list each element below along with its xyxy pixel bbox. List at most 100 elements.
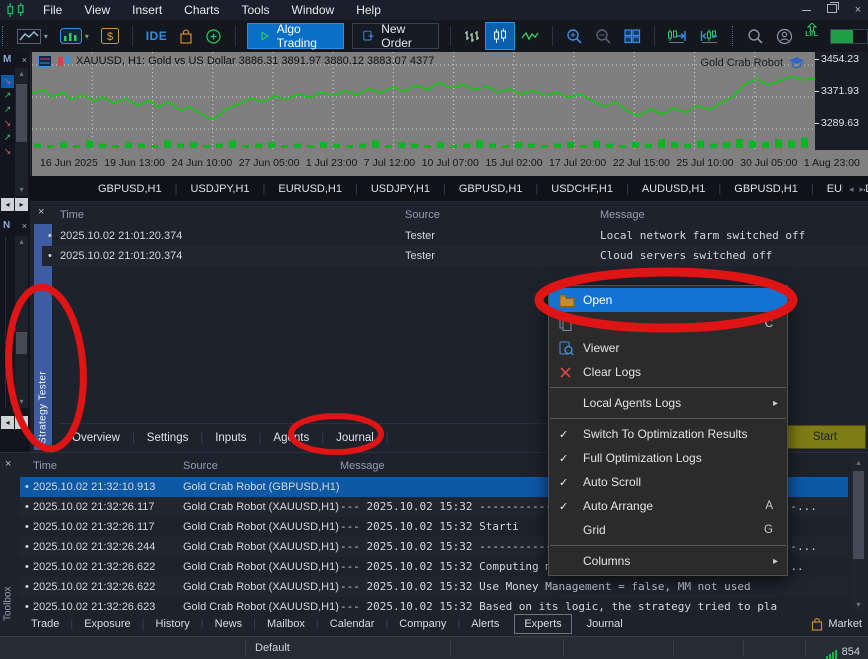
column-header-time[interactable]: Time: [60, 204, 84, 226]
journal-row[interactable]: •2025.10.02 21:32:26.622Gold Crab Robot …: [20, 577, 848, 597]
shift-end-button[interactable]: [661, 23, 693, 49]
dock-symbol-item[interactable]: ↗: [1, 131, 14, 144]
menu-item-columns[interactable]: Columns▸: [549, 549, 787, 573]
menu-item-open[interactable]: Open: [549, 288, 787, 312]
menu-file[interactable]: File: [32, 3, 73, 17]
candlestick-mode-button[interactable]: [485, 22, 515, 50]
ide-button[interactable]: IDE: [140, 23, 174, 49]
dock-symbol-item[interactable]: ↘: [1, 117, 14, 130]
tile-windows-button[interactable]: [618, 23, 647, 49]
tester-tab-journal[interactable]: Journal: [324, 432, 386, 444]
scroll-up-icon[interactable]: ▴: [851, 457, 866, 469]
scroll-down-icon[interactable]: ▾: [15, 396, 28, 408]
menu-item-viewer[interactable]: Viewer: [549, 336, 787, 360]
scroll-up-icon[interactable]: ▴: [15, 68, 28, 80]
chart-tab-1[interactable]: USDJPY,H1: [177, 183, 262, 195]
chart-window-button[interactable]: ▾: [11, 23, 54, 49]
scrollbar-thumb[interactable]: [853, 471, 864, 559]
chart-tab-3[interactable]: USDJPY,H1: [358, 183, 443, 195]
toolbox-tab-company[interactable]: Company: [388, 618, 457, 630]
column-header-source[interactable]: Source: [183, 455, 218, 477]
menu-help[interactable]: Help: [345, 3, 392, 17]
tabs-scroll-right-icon[interactable]: ▸: [859, 184, 864, 195]
tester-tab-agents[interactable]: Agents: [261, 432, 321, 444]
journal-row[interactable]: •2025.10.02 21:01:20.374TesterCloud serv…: [42, 246, 868, 266]
dock-symbol-item[interactable]: ↗: [1, 89, 14, 102]
menu-item-copy-icon[interactable]: C: [549, 312, 787, 336]
menu-item-local-agents-logs[interactable]: Local Agents Logs▸: [549, 391, 787, 415]
algo-trading-button[interactable]: Algo Trading: [247, 23, 344, 49]
close-icon[interactable]: ×: [22, 55, 27, 65]
scrollbar-thumb[interactable]: [16, 332, 27, 354]
indicators-button[interactable]: ▾: [54, 23, 95, 49]
chart-tab-0[interactable]: GBPUSD,H1: [85, 183, 175, 195]
menu-item-auto-scroll[interactable]: ✓Auto Scroll: [549, 470, 787, 494]
chart-toolbar-icon-2[interactable]: [57, 55, 71, 67]
menu-tools[interactable]: Tools: [231, 3, 281, 17]
dock-scrollbar-2[interactable]: ▴ ▾: [15, 236, 28, 408]
dock-symbol-item[interactable]: ↘: [1, 145, 14, 158]
zoom-out-button[interactable]: [589, 23, 618, 49]
menu-item-full-optimization-logs[interactable]: ✓Full Optimization Logs: [549, 446, 787, 470]
close-icon[interactable]: ×: [22, 221, 27, 231]
toolbox-tab-alerts[interactable]: Alerts: [460, 618, 510, 630]
scrollbar-thumb[interactable]: [16, 84, 27, 142]
column-header-source[interactable]: Source: [405, 204, 440, 226]
journal-scrollbar[interactable]: ▴ ▾: [851, 457, 866, 611]
search-button[interactable]: [741, 23, 770, 49]
scroll-left-icon[interactable]: ◂: [1, 198, 14, 211]
tabs-scroll-left-icon[interactable]: ◂: [849, 184, 854, 195]
new-order-button[interactable]: New Order: [352, 23, 439, 49]
journal-row[interactable]: •2025.10.02 21:32:26.623Gold Crab Robot …: [20, 597, 848, 612]
line-chart-mode-button[interactable]: [515, 23, 545, 49]
dock-symbol-item[interactable]: ↘: [1, 75, 14, 88]
toolbox-tab-mailbox[interactable]: Mailbox: [256, 618, 316, 630]
start-button[interactable]: Start: [784, 425, 866, 449]
chart-tab-4[interactable]: GBPUSD,H1: [446, 183, 536, 195]
price-scale[interactable]: 3454.233371.933289.63: [815, 52, 868, 150]
tester-tab-settings[interactable]: Settings: [135, 432, 201, 444]
toolbox-tab-experts[interactable]: Experts: [514, 614, 571, 634]
scroll-up-icon[interactable]: ▴: [15, 236, 28, 248]
toolbox-tab-exposure[interactable]: Exposure: [73, 618, 141, 630]
lvl-indicator[interactable]: LVL: [799, 23, 824, 49]
market-button[interactable]: Market: [811, 611, 862, 637]
bar-chart-mode-button[interactable]: [458, 23, 485, 49]
menu-item-auto-arrange[interactable]: ✓Auto ArrangeA: [549, 494, 787, 518]
toolbox-tab-calendar[interactable]: Calendar: [319, 618, 386, 630]
scroll-right-icon[interactable]: ▸: [15, 198, 28, 211]
tester-tab-overview[interactable]: Overview: [60, 432, 132, 444]
toolbar-drag-handle[interactable]: [2, 26, 4, 46]
price-chart-area[interactable]: XAUUSD, H1: Gold vs US Dollar 3886.31 38…: [32, 52, 815, 151]
time-axis[interactable]: 16 Jun 202519 Jun 13:0024 Jun 10:0027 Ju…: [32, 150, 868, 176]
menu-item-clear-logs[interactable]: Clear Logs: [549, 360, 787, 384]
close-button[interactable]: ×: [852, 0, 864, 20]
dock-scrollbar[interactable]: ▴ ▾: [15, 68, 28, 196]
menu-item-switch-to-optimization-results[interactable]: ✓Switch To Optimization Results: [549, 422, 787, 446]
menu-item-grid[interactable]: GridG: [549, 518, 787, 542]
graduation-cap-icon[interactable]: [788, 56, 805, 69]
column-header-time[interactable]: Time: [33, 455, 57, 477]
profile-name[interactable]: Default: [255, 637, 290, 659]
menu-window[interactable]: Window: [281, 3, 346, 17]
scroll-down-icon[interactable]: ▾: [851, 599, 866, 611]
tester-tab-inputs[interactable]: Inputs: [203, 432, 258, 444]
minimize-button[interactable]: [800, 0, 812, 20]
toolbox-tab-history[interactable]: History: [145, 618, 201, 630]
chart-toolbar-icon-1[interactable]: [38, 55, 52, 67]
dock-symbol-item[interactable]: ↗: [1, 103, 14, 116]
toolbox-vertical-tab[interactable]: Toolbox: [0, 541, 16, 621]
chart-tab-6[interactable]: AUDUSD,H1: [629, 183, 719, 195]
toolbox-tab-trade[interactable]: Trade: [20, 618, 70, 630]
shift-chart-button[interactable]: [693, 23, 725, 49]
scroll-left-icon[interactable]: ◂: [1, 416, 14, 429]
chart-tab-5[interactable]: USDCHF,H1: [538, 183, 626, 195]
toolbox-tab-journal[interactable]: Journal: [576, 618, 634, 630]
scroll-right-icon[interactable]: ▸: [15, 416, 28, 429]
menu-insert[interactable]: Insert: [121, 3, 173, 17]
column-header-message[interactable]: Message: [340, 455, 385, 477]
menu-view[interactable]: View: [73, 3, 121, 17]
toolbox-tab-news[interactable]: News: [204, 618, 254, 630]
market-bag-button[interactable]: [173, 23, 199, 49]
journal-row[interactable]: •2025.10.02 21:01:20.374TesterLocal netw…: [42, 226, 868, 246]
